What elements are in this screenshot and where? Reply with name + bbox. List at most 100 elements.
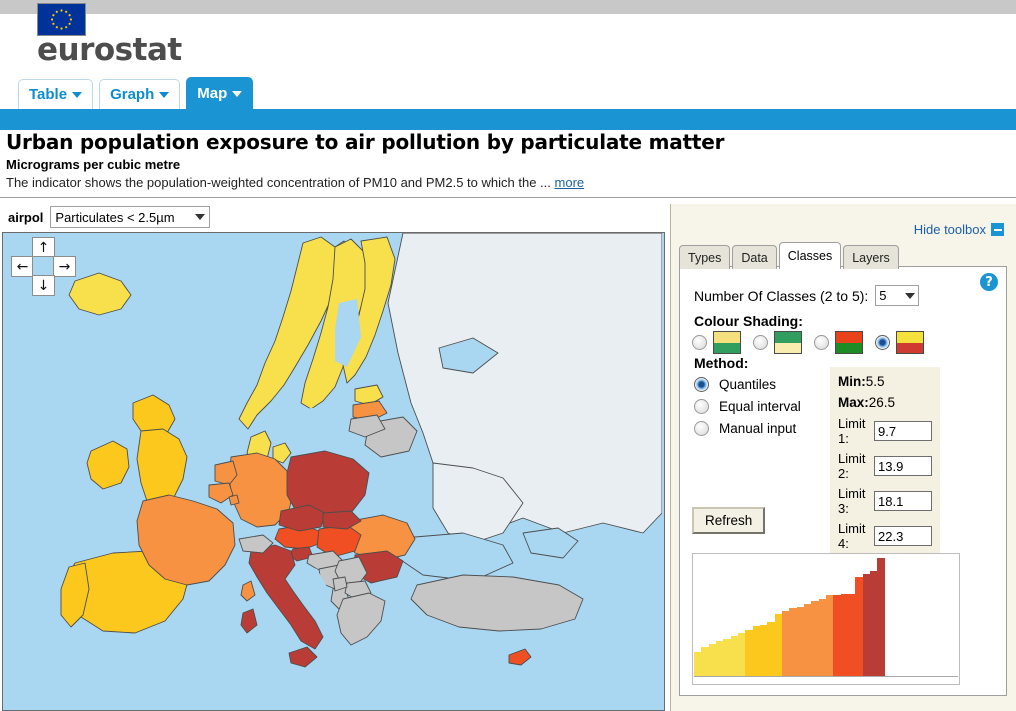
distribution-bar bbox=[825, 595, 834, 676]
tab-table-label: Table bbox=[29, 86, 68, 103]
map-canvas[interactable]: ↑ ← → ↓ bbox=[2, 232, 665, 711]
class-stats-box: Min:5.5 Max:26.5 Limit 1: Limit 2: Limit… bbox=[830, 367, 940, 566]
eurostat-wordmark: eurostat bbox=[37, 32, 182, 68]
method-option-manual-input[interactable]: Manual input bbox=[694, 417, 844, 439]
limit-1-label: Limit 1: bbox=[838, 416, 866, 446]
min-value: 5.5 bbox=[865, 374, 885, 389]
distribution-bar bbox=[767, 622, 775, 676]
shading-radio-yellow-red[interactable] bbox=[875, 335, 890, 350]
tab-data[interactable]: Data bbox=[732, 245, 777, 269]
eurostat-logo: eurostat bbox=[32, 0, 182, 70]
limit-4-input[interactable] bbox=[874, 526, 932, 546]
help-icon[interactable]: ? bbox=[980, 273, 998, 291]
distribution-bar bbox=[803, 604, 812, 676]
distribution-bar bbox=[694, 651, 702, 676]
shading-radio-green-yellow[interactable] bbox=[753, 335, 768, 350]
limit-2-input[interactable] bbox=[874, 456, 932, 476]
distribution-bar bbox=[796, 606, 804, 676]
page-subtitle: Micrograms per cubic metre bbox=[6, 157, 181, 172]
method-option-equal-interval[interactable]: Equal interval bbox=[694, 395, 844, 417]
distribution-bar bbox=[708, 643, 716, 676]
method-label-equal-interval: Equal interval bbox=[719, 398, 801, 414]
method-radio-equal-interval[interactable] bbox=[694, 398, 709, 414]
limit-3-input[interactable] bbox=[874, 491, 932, 511]
minus-icon bbox=[991, 223, 1004, 236]
max-value: 26.5 bbox=[868, 395, 896, 410]
pan-center-button[interactable] bbox=[32, 256, 55, 277]
distribution-bar bbox=[862, 574, 870, 676]
distribution-bar bbox=[737, 632, 746, 676]
distribution-bar bbox=[759, 625, 768, 676]
method-label-quantiles: Quantiles bbox=[719, 376, 777, 392]
chevron-down-icon bbox=[195, 214, 206, 220]
tab-graph[interactable]: Graph bbox=[99, 79, 181, 109]
distribution-bar bbox=[869, 570, 878, 676]
tab-map[interactable]: Map bbox=[186, 77, 254, 109]
method-radio-manual-input[interactable] bbox=[694, 420, 709, 436]
toolbox-panel: Hide toolbox Types Data Classes Layers ?… bbox=[670, 204, 1016, 711]
airpol-select-value: Particulates < 2.5µm bbox=[55, 209, 175, 225]
distribution-bar bbox=[818, 598, 826, 676]
limit-4-label: Limit 4: bbox=[838, 521, 866, 551]
chevron-down-icon bbox=[232, 90, 243, 97]
method-options: Quantiles Equal interval Manual input bbox=[694, 373, 844, 439]
distribution-bars bbox=[694, 558, 958, 676]
more-link[interactable]: more bbox=[555, 175, 585, 190]
limit-2-label: Limit 2: bbox=[838, 451, 866, 481]
limit-1-input[interactable] bbox=[874, 421, 932, 441]
airpol-select[interactable]: Particulates < 2.5µm bbox=[50, 206, 211, 228]
colour-shading-options bbox=[692, 331, 934, 354]
method-radio-quantiles[interactable] bbox=[694, 376, 709, 392]
shading-swatch-green-yellow[interactable] bbox=[774, 331, 802, 354]
max-label: Max: bbox=[838, 395, 869, 410]
pan-down-button[interactable]: ↓ bbox=[32, 275, 55, 296]
distribution-axis bbox=[694, 676, 958, 677]
chevron-down-icon bbox=[905, 292, 916, 299]
distribution-bar bbox=[781, 611, 790, 676]
pan-right-button[interactable]: → bbox=[53, 256, 76, 277]
shading-swatch-yellow-red[interactable] bbox=[896, 331, 924, 354]
distribution-bar bbox=[745, 629, 753, 676]
number-of-classes-label: Number Of Classes (2 to 5): bbox=[694, 287, 869, 304]
refresh-button[interactable]: Refresh bbox=[692, 507, 766, 534]
tab-table[interactable]: Table bbox=[18, 79, 94, 109]
tab-map-label: Map bbox=[197, 85, 228, 102]
tab-classes[interactable]: Classes bbox=[778, 242, 842, 269]
distribution-chart bbox=[692, 553, 960, 685]
hide-toolbox-button[interactable]: Hide toolbox bbox=[914, 222, 1004, 237]
colour-shading-label: Colour Shading: bbox=[694, 313, 803, 329]
hide-toolbox-label: Hide toolbox bbox=[913, 222, 986, 237]
shading-swatch-red-green[interactable] bbox=[835, 331, 863, 354]
min-row: Min:5.5 bbox=[838, 374, 932, 389]
chevron-down-icon bbox=[159, 91, 170, 98]
map-pan-control[interactable]: ↑ ← → ↓ bbox=[11, 237, 76, 296]
page-header: Urban population exposure to air polluti… bbox=[6, 131, 1006, 191]
distribution-bar bbox=[789, 607, 797, 676]
tab-types[interactable]: Types bbox=[679, 245, 731, 269]
distribution-bar bbox=[701, 646, 709, 676]
pan-left-button[interactable]: ← bbox=[11, 256, 34, 277]
method-option-quantiles[interactable]: Quantiles bbox=[694, 373, 844, 395]
header-divider bbox=[0, 197, 1016, 198]
tab-layers-label: Layers bbox=[852, 250, 890, 265]
shading-radio-red-green[interactable] bbox=[814, 335, 829, 350]
tab-data-label: Data bbox=[741, 250, 768, 265]
distribution-bar bbox=[855, 576, 863, 676]
tab-classes-label: Classes bbox=[787, 249, 833, 263]
classes-panel: ? Number Of Classes (2 to 5): 5 Colour S… bbox=[679, 266, 1007, 696]
min-label: Min: bbox=[838, 374, 866, 389]
number-of-classes-value: 5 bbox=[879, 288, 887, 303]
page-description: The indicator shows the population-weigh… bbox=[6, 175, 1006, 190]
limit-3-label: Limit 3: bbox=[838, 486, 866, 516]
distribution-bar bbox=[723, 639, 731, 676]
pan-up-button[interactable]: ↑ bbox=[32, 237, 55, 258]
shading-radio-yellow-green[interactable] bbox=[692, 335, 707, 350]
method-label: Method: bbox=[694, 355, 749, 371]
number-of-classes-select[interactable]: 5 bbox=[875, 285, 920, 306]
distribution-bar bbox=[774, 614, 782, 676]
shading-swatch-yellow-green[interactable] bbox=[713, 331, 741, 354]
map-region-luxembourg bbox=[228, 494, 240, 506]
main-tabbar: Table Graph Map bbox=[18, 76, 254, 109]
tab-layers[interactable]: Layers bbox=[843, 245, 899, 269]
europe-map[interactable] bbox=[3, 233, 662, 708]
